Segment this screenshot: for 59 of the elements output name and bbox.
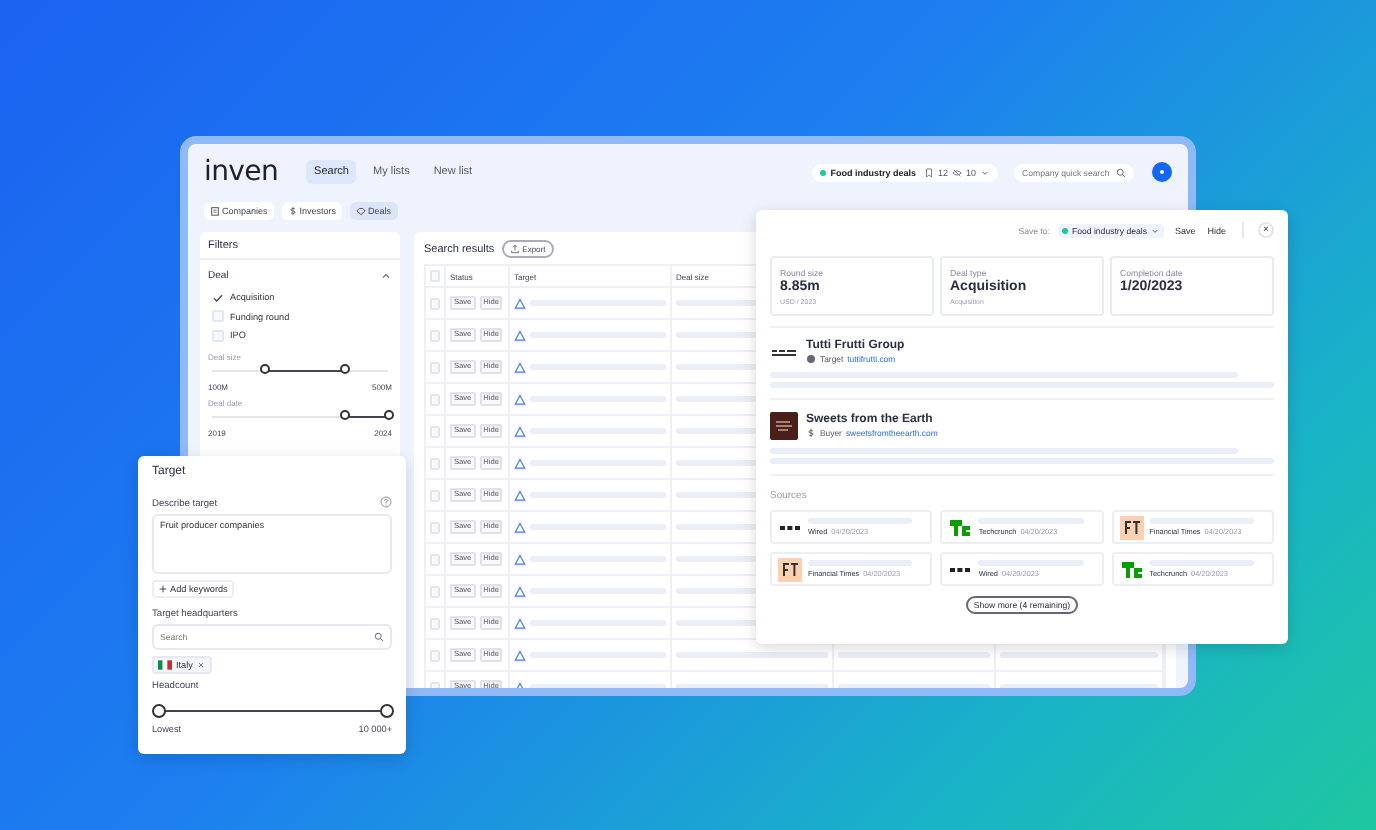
triangle-icon xyxy=(514,329,526,341)
chevron-icon[interactable] xyxy=(380,270,392,282)
row-checkbox[interactable] xyxy=(430,649,440,661)
slider-handle[interactable] xyxy=(379,703,393,717)
search-icon xyxy=(374,631,384,641)
source-logo-icon xyxy=(778,557,802,581)
source-logo-icon xyxy=(948,515,973,539)
triangle-icon xyxy=(514,585,526,597)
plus-icon xyxy=(158,584,168,594)
select-all-checkbox[interactable] xyxy=(430,270,440,282)
slider-handle[interactable] xyxy=(259,363,270,373)
row-checkbox[interactable] xyxy=(430,617,440,629)
row-checkbox[interactable] xyxy=(430,489,440,501)
triangle-icon xyxy=(514,393,526,405)
triangle-icon xyxy=(514,553,526,565)
dollar-icon xyxy=(287,206,298,216)
row-checkbox[interactable] xyxy=(430,425,440,437)
triangle-icon xyxy=(514,521,526,533)
bookmark-icon xyxy=(923,167,934,177)
hidden-icon xyxy=(951,167,962,177)
slider-handle[interactable] xyxy=(339,363,349,373)
row-checkbox[interactable] xyxy=(430,297,440,309)
triangle-icon xyxy=(514,649,526,661)
company-logo-icon xyxy=(772,349,796,355)
triangle-icon xyxy=(514,425,526,437)
triangle-icon xyxy=(514,457,526,469)
remove-icon[interactable] xyxy=(196,660,207,670)
triangle-icon xyxy=(514,297,526,309)
slider-handle[interactable] xyxy=(151,703,165,717)
row-checkbox[interactable] xyxy=(430,521,440,533)
caret-icon xyxy=(980,167,990,177)
placeholder-bar xyxy=(530,683,666,688)
source-logo-icon xyxy=(1119,557,1144,581)
row-checkbox[interactable] xyxy=(430,553,440,565)
triangle-icon xyxy=(514,489,526,501)
tag-icon xyxy=(356,206,367,216)
caret-icon xyxy=(1150,225,1161,235)
dollar-icon xyxy=(806,428,816,438)
triangle-icon xyxy=(514,361,526,373)
slider-handle[interactable] xyxy=(383,409,393,419)
row-checkbox[interactable] xyxy=(430,585,440,597)
row-checkbox[interactable] xyxy=(430,457,440,469)
upload-icon xyxy=(510,244,521,254)
status-dot-icon xyxy=(820,169,827,175)
row-checkbox[interactable] xyxy=(430,361,440,373)
status-dot-icon xyxy=(1061,227,1068,233)
flag-icon xyxy=(158,660,172,670)
triangle-icon xyxy=(514,617,526,629)
checkbox[interactable] xyxy=(212,291,224,303)
building-icon xyxy=(210,206,220,216)
help-icon[interactable] xyxy=(380,495,392,507)
avatar-icon[interactable] xyxy=(1152,162,1172,182)
row-checkbox[interactable] xyxy=(430,329,440,341)
search-icon xyxy=(1116,167,1126,177)
slider-handle[interactable] xyxy=(339,409,349,419)
logo: inven xyxy=(204,156,279,188)
row-checkbox[interactable] xyxy=(430,393,440,405)
source-logo-icon xyxy=(1119,515,1144,539)
company-logo-icon xyxy=(770,412,798,440)
